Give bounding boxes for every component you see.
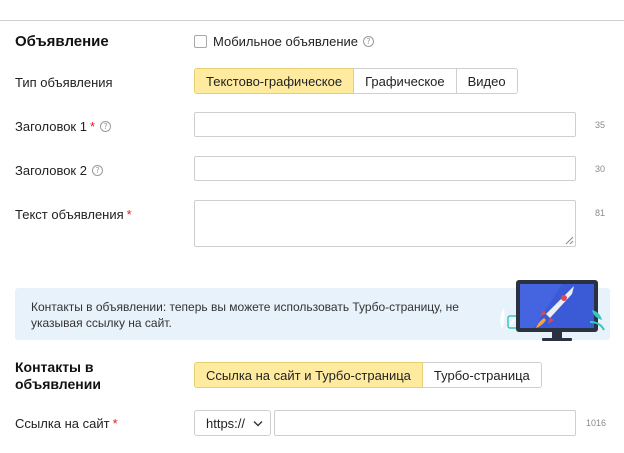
contacts-option-site-and-turbo[interactable]: Ссылка на сайт и Турбо-страница bbox=[194, 362, 423, 388]
mobile-ad-toggle[interactable]: Мобильное объявление ? bbox=[194, 34, 375, 49]
monitor-rocket-illustration-icon bbox=[500, 280, 605, 341]
title1-label-text: Заголовок 1 bbox=[15, 119, 87, 134]
site-link-counter: 1016 bbox=[586, 418, 607, 428]
ad-text-textarea[interactable] bbox=[194, 200, 576, 247]
contacts-switch: Ссылка на сайт и Турбо-страница Турбо-ст… bbox=[194, 362, 542, 388]
site-link-label-text: Ссылка на сайт bbox=[15, 416, 110, 431]
title2-label: Заголовок 2 ? bbox=[15, 163, 103, 178]
ad-section-title: Объявление bbox=[15, 33, 109, 50]
ad-text-label-text: Текст объявления bbox=[15, 207, 124, 222]
mobile-ad-label: Мобильное объявление bbox=[213, 34, 359, 49]
contacts-option-turbo[interactable]: Турбо-страница bbox=[421, 362, 542, 388]
site-url-input[interactable] bbox=[274, 410, 576, 436]
protocol-select[interactable]: https:// bbox=[194, 410, 271, 436]
protocol-value: https:// bbox=[206, 415, 246, 431]
top-divider bbox=[0, 20, 624, 21]
ad-type-label-text: Тип объявления bbox=[15, 75, 113, 90]
title1-counter: 35 bbox=[595, 120, 606, 130]
title2-label-text: Заголовок 2 bbox=[15, 163, 87, 178]
chevron-down-icon bbox=[253, 420, 263, 426]
ad-type-switch: Текстово-графическое Графическое Видео bbox=[194, 68, 518, 94]
resize-grip-icon[interactable] bbox=[564, 235, 574, 245]
mobile-ad-checkbox[interactable] bbox=[194, 35, 207, 48]
ad-type-label: Тип объявления bbox=[15, 75, 113, 90]
contacts-title: Контакты в объявлении bbox=[15, 359, 101, 392]
ad-text-counter: 81 bbox=[595, 208, 606, 218]
title1-label: Заголовок 1 * ? bbox=[15, 119, 112, 134]
ad-type-option-graphic[interactable]: Графическое bbox=[353, 68, 457, 94]
help-icon[interactable]: ? bbox=[100, 121, 112, 132]
site-link-label: Ссылка на сайт * bbox=[15, 416, 118, 431]
title2-counter: 30 bbox=[595, 164, 606, 174]
title1-input[interactable] bbox=[194, 112, 576, 137]
help-icon[interactable]: ? bbox=[363, 36, 375, 47]
ad-type-option-text-graphic[interactable]: Текстово-графическое bbox=[194, 68, 355, 94]
banner-text: Контакты в объявлении: теперь вы можете … bbox=[31, 300, 459, 330]
required-mark: * bbox=[126, 207, 132, 222]
title2-input[interactable] bbox=[194, 156, 576, 181]
required-mark: * bbox=[112, 416, 118, 431]
ad-type-option-video[interactable]: Видео bbox=[455, 68, 518, 94]
required-mark: * bbox=[89, 119, 96, 134]
help-icon[interactable]: ? bbox=[91, 165, 103, 176]
ad-text-label: Текст объявления * bbox=[15, 207, 132, 222]
